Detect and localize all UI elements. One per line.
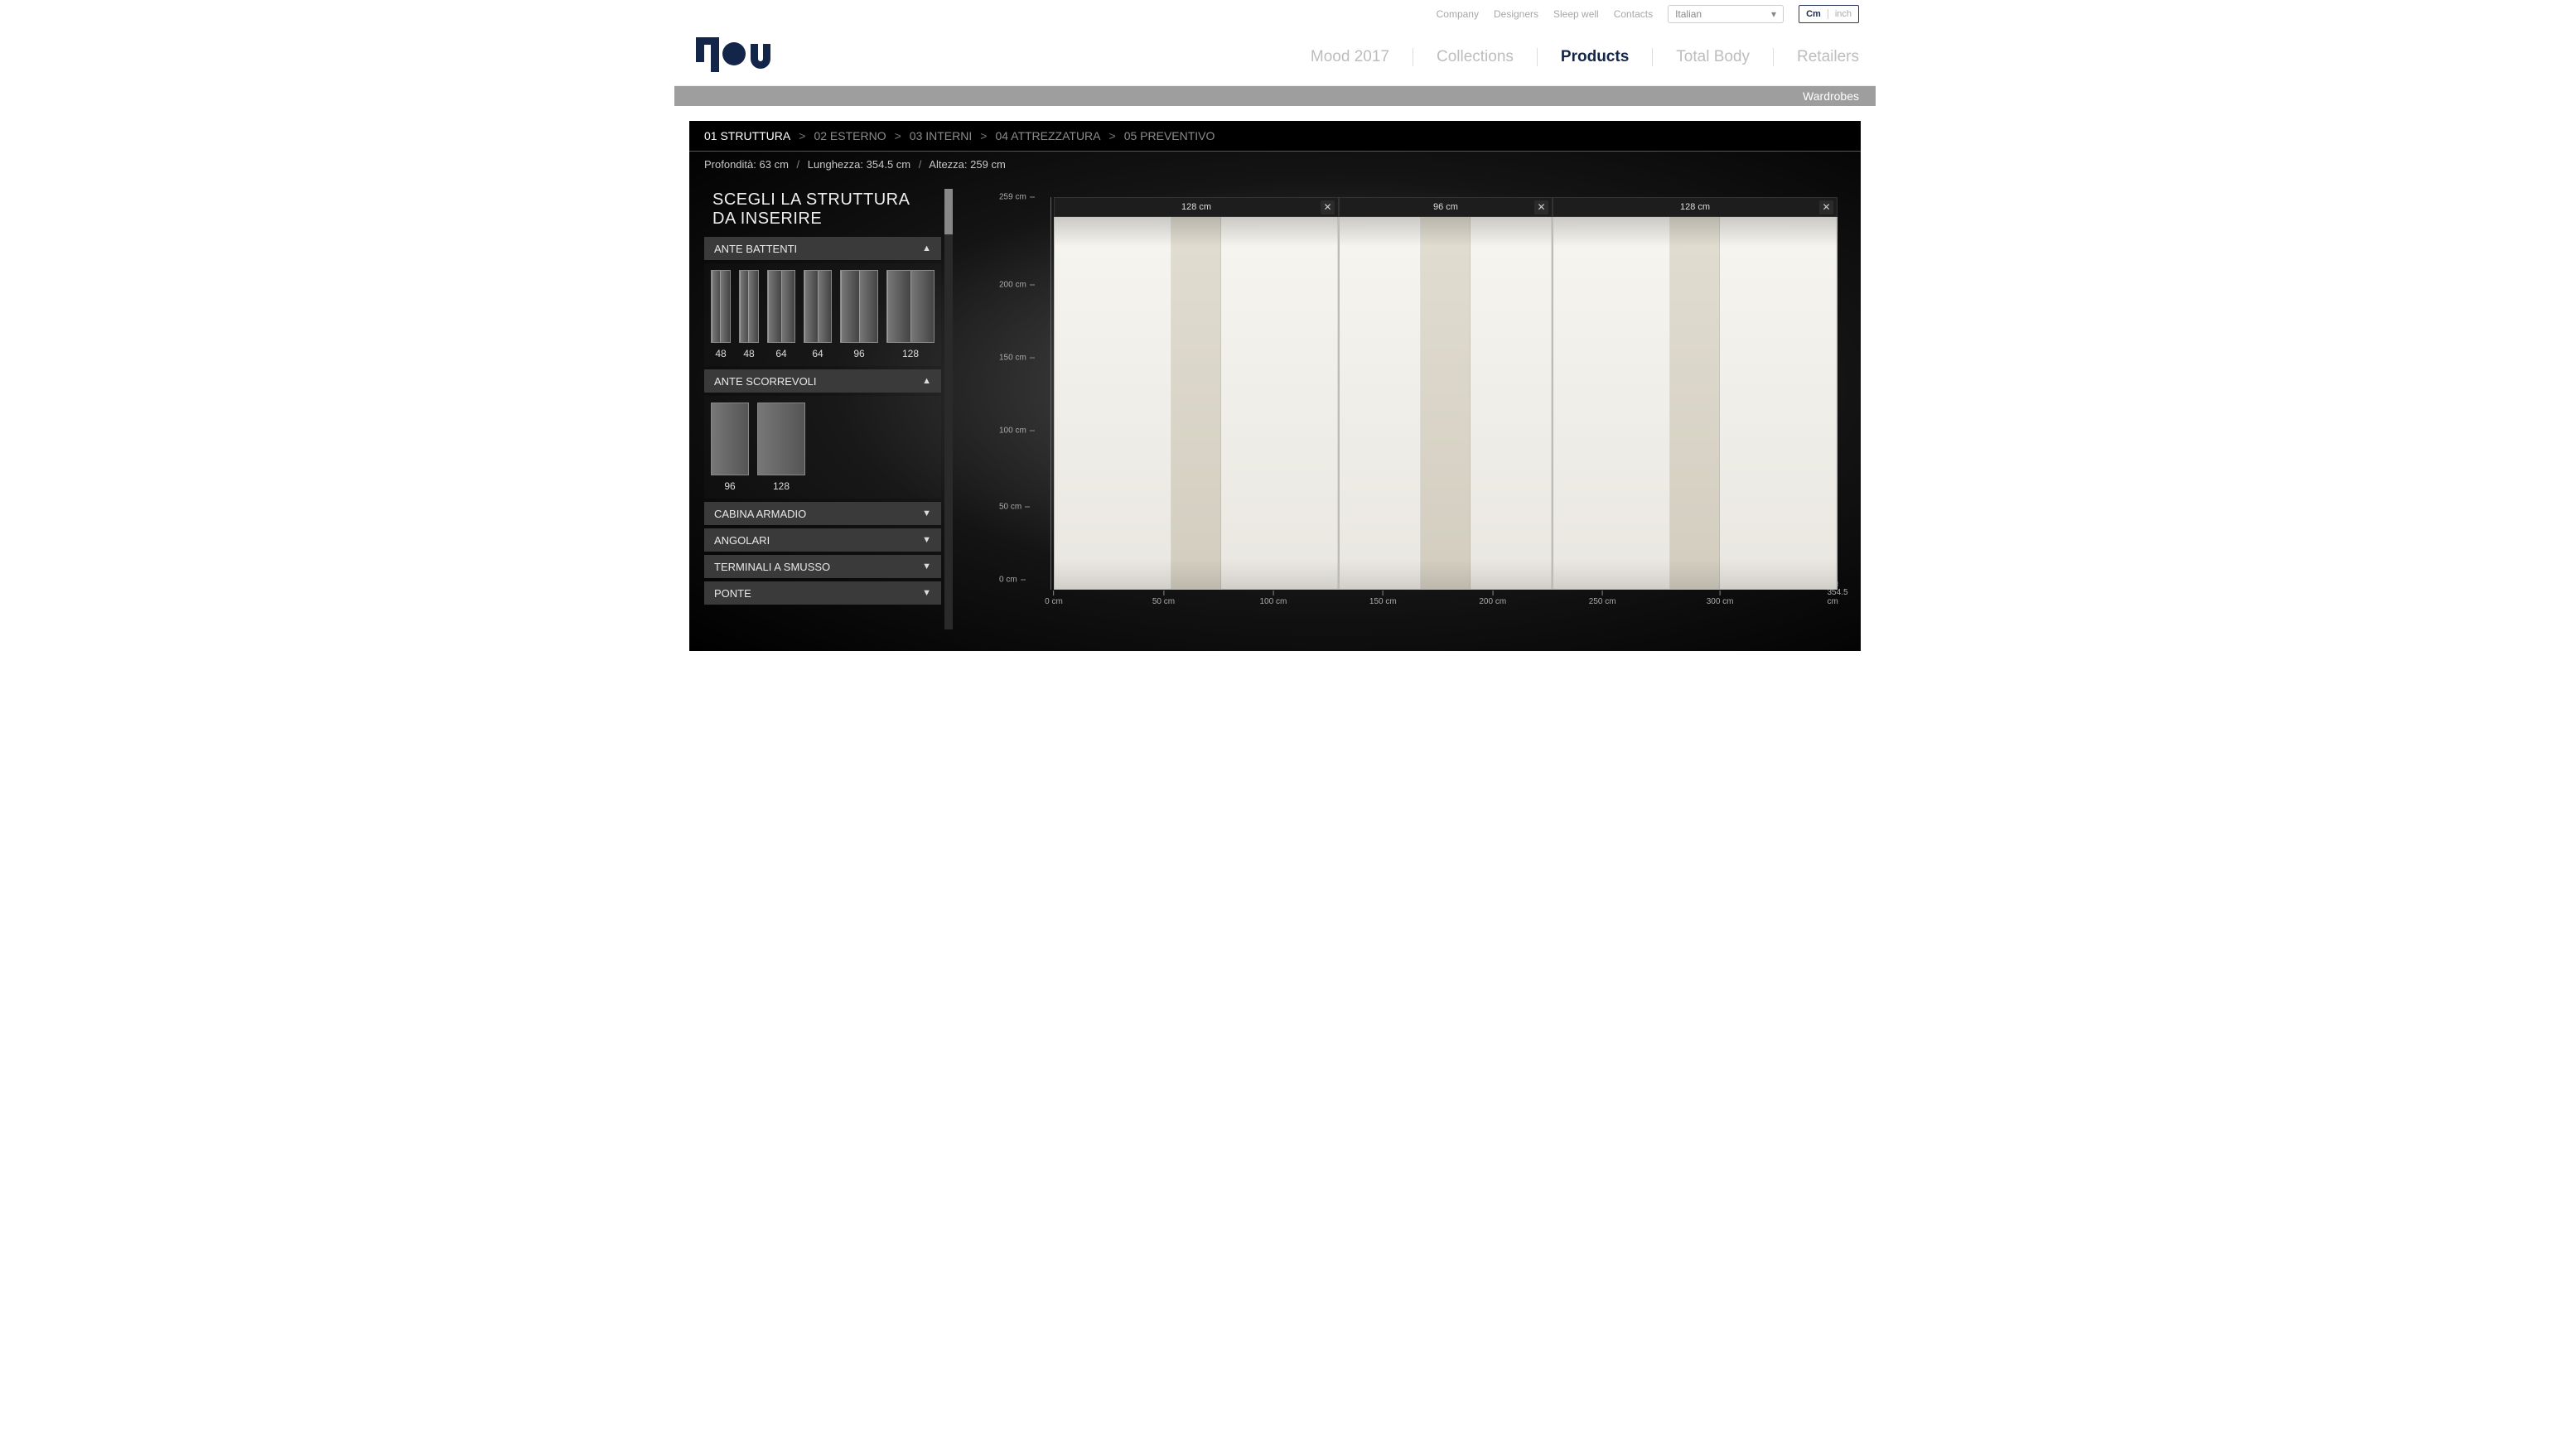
step-nav: 01 STRUTTURA > 02 ESTERNO > 03 INTERNI >…	[689, 121, 1861, 152]
nav-retailers[interactable]: Retailers	[1774, 48, 1859, 66]
battenti-option-96[interactable]: 96	[840, 270, 878, 359]
top-link-designers[interactable]: Designers	[1494, 8, 1538, 20]
depth-value: 63 cm	[760, 158, 789, 171]
battenti-option-48b[interactable]: 48	[739, 270, 759, 359]
top-link-contacts[interactable]: Contacts	[1614, 8, 1653, 20]
nav-products[interactable]: Products	[1538, 48, 1653, 66]
dimensions-readout: Profondità: 63 cm / Lunghezza: 354.5 cm …	[689, 152, 1861, 177]
topbar: Company Designers Sleep well Contacts It…	[674, 0, 1876, 28]
chevron-right-icon: >	[895, 129, 901, 142]
sidebar-title: SCEGLI LA STRUTTURA DA INSERIRE	[704, 189, 941, 237]
y-tick: 0 cm	[999, 576, 1026, 585]
step-01-struttura[interactable]: 01 STRUTTURA	[704, 129, 790, 142]
ruler-y: 259 cm 200 cm 150 cm 100 cm 50 cm 0 cm	[999, 197, 1049, 580]
y-tick: 259 cm	[999, 193, 1035, 202]
depth-label: Profondità	[704, 158, 753, 171]
unit-cm[interactable]: Cm	[1799, 9, 1828, 19]
canvas: 259 cm 200 cm 150 cm 100 cm 50 cm 0 cm 0…	[964, 189, 1846, 629]
acc-head-cabina[interactable]: CABINA ARMADIO ▼	[704, 502, 941, 525]
acc-body-battenti: 48 48 64 64	[704, 263, 941, 366]
length-value: 354.5 cm	[867, 158, 910, 171]
close-icon[interactable]: ✕	[1534, 200, 1548, 215]
step-04-attrezzatura[interactable]: 04 ATTREZZATURA	[995, 129, 1100, 142]
top-link-company[interactable]: Company	[1437, 8, 1479, 20]
step-05-preventivo[interactable]: 05 PREVENTIVO	[1124, 129, 1215, 142]
acc-head-battenti[interactable]: ANTE BATTENTI ▲	[704, 237, 941, 260]
unit-toggle: Cm inch	[1799, 5, 1859, 23]
close-icon[interactable]: ✕	[1321, 200, 1335, 215]
module-tab: 128 cm ✕	[1553, 197, 1838, 217]
scrollbar-thumb[interactable]	[944, 189, 953, 234]
breadcrumb-label[interactable]: Wardrobes	[1803, 89, 1859, 103]
wardrobe-area[interactable]: 128 cm ✕ 96 cm ✕	[1054, 197, 1838, 590]
x-tick: 0 cm	[1045, 591, 1063, 606]
x-tick: 100 cm	[1259, 591, 1287, 606]
module-width-label: 96 cm	[1433, 202, 1458, 212]
main-nav: Mood 2017 Collections Products Total Bod…	[790, 48, 1859, 66]
configurator-wrap: 01 STRUTTURA > 02 ESTERNO > 03 INTERNI >…	[674, 106, 1876, 666]
step-02-esterno[interactable]: 02 ESTERNO	[814, 129, 886, 142]
nav-total-body[interactable]: Total Body	[1653, 48, 1774, 66]
module-2[interactable]: 96 cm ✕	[1339, 197, 1553, 590]
axis-y-line	[1050, 197, 1051, 590]
header: Mood 2017 Collections Products Total Bod…	[674, 28, 1876, 86]
y-tick: 50 cm	[999, 503, 1030, 512]
brand-logo[interactable]	[691, 34, 790, 80]
top-link-sleepwell[interactable]: Sleep well	[1553, 8, 1599, 20]
chevron-down-icon: ▼	[922, 509, 931, 518]
chevron-right-icon: >	[799, 129, 805, 142]
acc-head-scorrevoli[interactable]: ANTE SCORREVOLI ▲	[704, 369, 941, 393]
battenti-option-128[interactable]: 128	[886, 270, 935, 359]
language-select[interactable]: Italian ▾	[1668, 5, 1784, 23]
chevron-down-icon: ▼	[922, 562, 931, 571]
language-value: Italian	[1675, 8, 1702, 20]
scorrevoli-option-128[interactable]: 128	[757, 403, 805, 492]
configurator: 01 STRUTTURA > 02 ESTERNO > 03 INTERNI >…	[689, 121, 1861, 651]
x-tick: 250 cm	[1589, 591, 1616, 606]
height-value: 259 cm	[970, 158, 1006, 171]
x-tick: 50 cm	[1152, 591, 1175, 606]
acc-head-angolari[interactable]: ANGOLARI ▼	[704, 528, 941, 552]
x-tick: 200 cm	[1479, 591, 1506, 606]
acc-head-ponte[interactable]: PONTE ▼	[704, 581, 941, 605]
module-tab: 128 cm ✕	[1054, 197, 1339, 217]
close-icon[interactable]: ✕	[1819, 200, 1833, 215]
sidebar: SCEGLI LA STRUTTURA DA INSERIRE ANTE BAT…	[704, 189, 953, 629]
sidebar-scrollbar[interactable]	[944, 189, 953, 629]
chevron-down-icon: ▼	[922, 588, 931, 598]
module-1[interactable]: 128 cm ✕	[1054, 197, 1339, 590]
y-tick: 100 cm	[999, 426, 1035, 435]
nav-mood-2017[interactable]: Mood 2017	[1287, 48, 1413, 66]
chevron-right-icon: >	[980, 129, 987, 142]
module-3[interactable]: 128 cm ✕	[1553, 197, 1838, 590]
module-width-label: 128 cm	[1680, 202, 1710, 212]
module-tab: 96 cm ✕	[1339, 197, 1553, 217]
height-label: Altezza	[929, 158, 964, 171]
x-tick: 300 cm	[1707, 591, 1734, 606]
chevron-down-icon: ▼	[922, 535, 931, 545]
chevron-down-icon: ▾	[1771, 8, 1776, 20]
breadcrumb-bar: Wardrobes	[674, 86, 1876, 106]
step-03-interni[interactable]: 03 INTERNI	[910, 129, 972, 142]
chevron-right-icon: >	[1109, 129, 1116, 142]
length-label: Lunghezza	[808, 158, 861, 171]
y-tick: 200 cm	[999, 281, 1035, 290]
scorrevoli-option-96[interactable]: 96	[711, 403, 749, 492]
y-tick: 150 cm	[999, 354, 1035, 363]
chevron-up-icon: ▲	[922, 376, 931, 386]
module-width-label: 128 cm	[1181, 202, 1211, 212]
nav-collections[interactable]: Collections	[1413, 48, 1538, 66]
chevron-up-icon: ▲	[922, 243, 931, 253]
battenti-option-64b[interactable]: 64	[804, 270, 832, 359]
acc-head-terminali[interactable]: TERMINALI A SMUSSO ▼	[704, 555, 941, 578]
ruler-x: 0 cm 50 cm 100 cm 150 cm 200 cm 250 cm 3…	[1054, 590, 1838, 615]
battenti-option-64a[interactable]: 64	[767, 270, 795, 359]
x-tick: 150 cm	[1369, 591, 1397, 606]
battenti-option-48a[interactable]: 48	[711, 270, 731, 359]
acc-body-scorrevoli: 96 128	[704, 396, 941, 499]
unit-inch[interactable]: inch	[1828, 9, 1858, 19]
